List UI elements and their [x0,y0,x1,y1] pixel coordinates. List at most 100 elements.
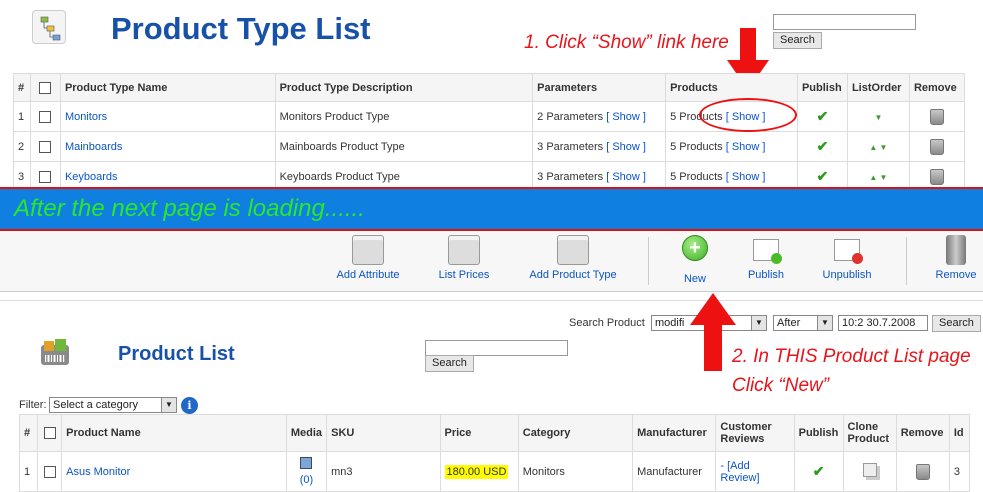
add-attribute-label: Add Attribute [336,269,400,281]
row-checkbox[interactable] [39,140,52,153]
remove-button[interactable]: Remove [933,235,979,281]
annotation-step-2-line-1: 2. In THIS Product List page [732,346,971,367]
remove-label: Remove [935,269,977,281]
col-header-product-name[interactable]: Product Name [61,414,287,452]
red-arrow-up-icon [690,293,736,371]
col-header-sku[interactable]: SKU [326,414,441,452]
remove-trash-icon[interactable] [929,138,944,155]
products-show-link[interactable]: [ Show ] [726,171,766,183]
product-type-logo-icon [32,10,66,44]
search-product-label: Search Product [569,317,645,329]
info-icon[interactable]: i [181,397,198,414]
product-list-search-button[interactable]: Search [425,355,474,372]
parameters-show-link[interactable]: [ Show ] [606,111,646,123]
published-check-icon[interactable]: ✔ [817,168,829,184]
published-check-icon[interactable]: ✔ [817,138,829,154]
col-header-num: # [13,73,31,102]
product-type-description: Mainboards Product Type [274,131,534,162]
product-type-name-link[interactable]: Monitors [65,111,107,123]
row-checkbox[interactable] [39,110,52,123]
chevron-down-icon: ▼ [161,398,176,412]
col-header-parameters: Parameters [532,73,667,102]
select-all-checkbox[interactable] [43,427,56,440]
product-manufacturer: Manufacturer [632,451,717,492]
col-header-price[interactable]: Price [439,414,519,452]
chevron-down-icon: ▼ [751,316,766,330]
col-header-remove: Remove [908,73,966,102]
highlight-ellipse [699,98,797,132]
date-value: 10:2 30.7.2008 [842,317,916,329]
clone-icon[interactable] [862,463,877,477]
col-header-products: Products [665,73,798,102]
remove-trash-icon[interactable] [929,108,944,125]
col-header-listorder: ListOrder [846,73,910,102]
parameters-count: 2 Parameters [537,110,604,123]
col-header-publish: Publish [796,73,848,102]
product-type-name-link[interactable]: Keyboards [65,171,118,183]
product-list-search-input[interactable] [425,340,568,356]
after-select[interactable]: After ▼ [773,315,833,331]
table-row: 2 Mainboards Mainboards Product Type 3 P… [13,131,966,162]
products-count: 5 Products [670,170,723,183]
list-prices-button[interactable]: List Prices [432,235,496,281]
product-barcode-logo-icon [35,333,75,373]
annotation-step-1: 1. Click “Show” link here [524,32,729,53]
publish-icon [753,239,782,264]
remove-trash-icon[interactable] [929,168,944,185]
remove-trash-icon[interactable] [915,463,930,480]
product-type-search-input[interactable] [773,14,916,30]
publish-label: Publish [747,269,785,281]
published-check-icon[interactable]: ✔ [817,108,829,124]
published-check-icon[interactable]: ✔ [813,463,825,479]
col-header-num: # [18,414,39,452]
unpublish-label: Unpublish [822,269,872,281]
search-field-value: modifi [655,317,685,329]
unpublish-icon [834,239,863,264]
list-prices-label: List Prices [438,269,490,281]
product-list-section: Search Product modifi ▼ After ▼ 10:2 30.… [0,300,983,492]
media-count-link[interactable]: (0) [300,474,313,486]
row-checkbox[interactable] [43,465,56,478]
annotation-step-2-line-2: Click “New” [732,375,830,396]
folder-icon [352,235,384,265]
row-number: 2 [13,131,31,162]
trash-icon [946,235,966,265]
order-arrows-icon[interactable]: ▲ ▼ [869,173,887,182]
product-table: # Product Name Media SKU Price Category … [18,414,971,492]
order-arrows-icon[interactable]: ▲ ▼ [869,143,887,152]
new-button[interactable]: + New [675,235,715,285]
product-toolbar: Add Attribute List Prices Add Product Ty… [0,231,983,292]
filter-label: Filter: [19,399,47,411]
parameters-show-link[interactable]: [ Show ] [606,141,646,153]
loading-banner: After the next page is loading...... [0,187,983,231]
toolbar-divider [648,237,649,285]
product-type-name-link[interactable]: Mainboards [65,141,122,153]
col-header-customer-reviews: Customer Reviews [715,414,795,452]
select-all-checkbox[interactable] [39,81,52,94]
publish-button[interactable]: Publish [746,235,786,281]
unpublish-button[interactable]: Unpublish [819,235,875,281]
category-filter-select[interactable]: Select a category ▼ [49,397,177,413]
media-image-icon[interactable] [300,456,313,469]
product-type-search-button[interactable]: Search [773,32,822,49]
toolbar-divider [906,237,907,285]
add-review-link[interactable]: - [Add Review] [720,460,759,484]
date-input[interactable]: 10:2 30.7.2008 [838,315,928,331]
parameters-show-link[interactable]: [ Show ] [606,171,646,183]
folder-icon [448,235,480,265]
add-attribute-button[interactable]: Add Attribute [333,235,403,281]
table-row: 1 Asus Monitor (0) mn3 180.00 USD Monito… [18,451,971,492]
add-product-type-button[interactable]: Add Product Type [527,235,619,281]
col-header-product-type-name[interactable]: Product Type Name [59,73,276,102]
product-type-table: # Product Type Name Product Type Descrip… [13,73,966,192]
col-header-description: Product Type Description [274,73,534,102]
product-name-link[interactable]: Asus Monitor [66,466,130,478]
product-type-section: Product Type List Search 1. Click “Show”… [0,0,983,192]
plus-circle-icon: + [682,235,708,261]
products-show-link[interactable]: [ Show ] [726,141,766,153]
table-row: 1 Monitors Monitors Product Type 2 Param… [13,101,966,132]
search-product-button[interactable]: Search [932,315,981,332]
row-checkbox[interactable] [39,170,52,183]
order-arrows-icon[interactable]: ▼ [874,113,882,122]
product-id: 3 [948,451,971,492]
